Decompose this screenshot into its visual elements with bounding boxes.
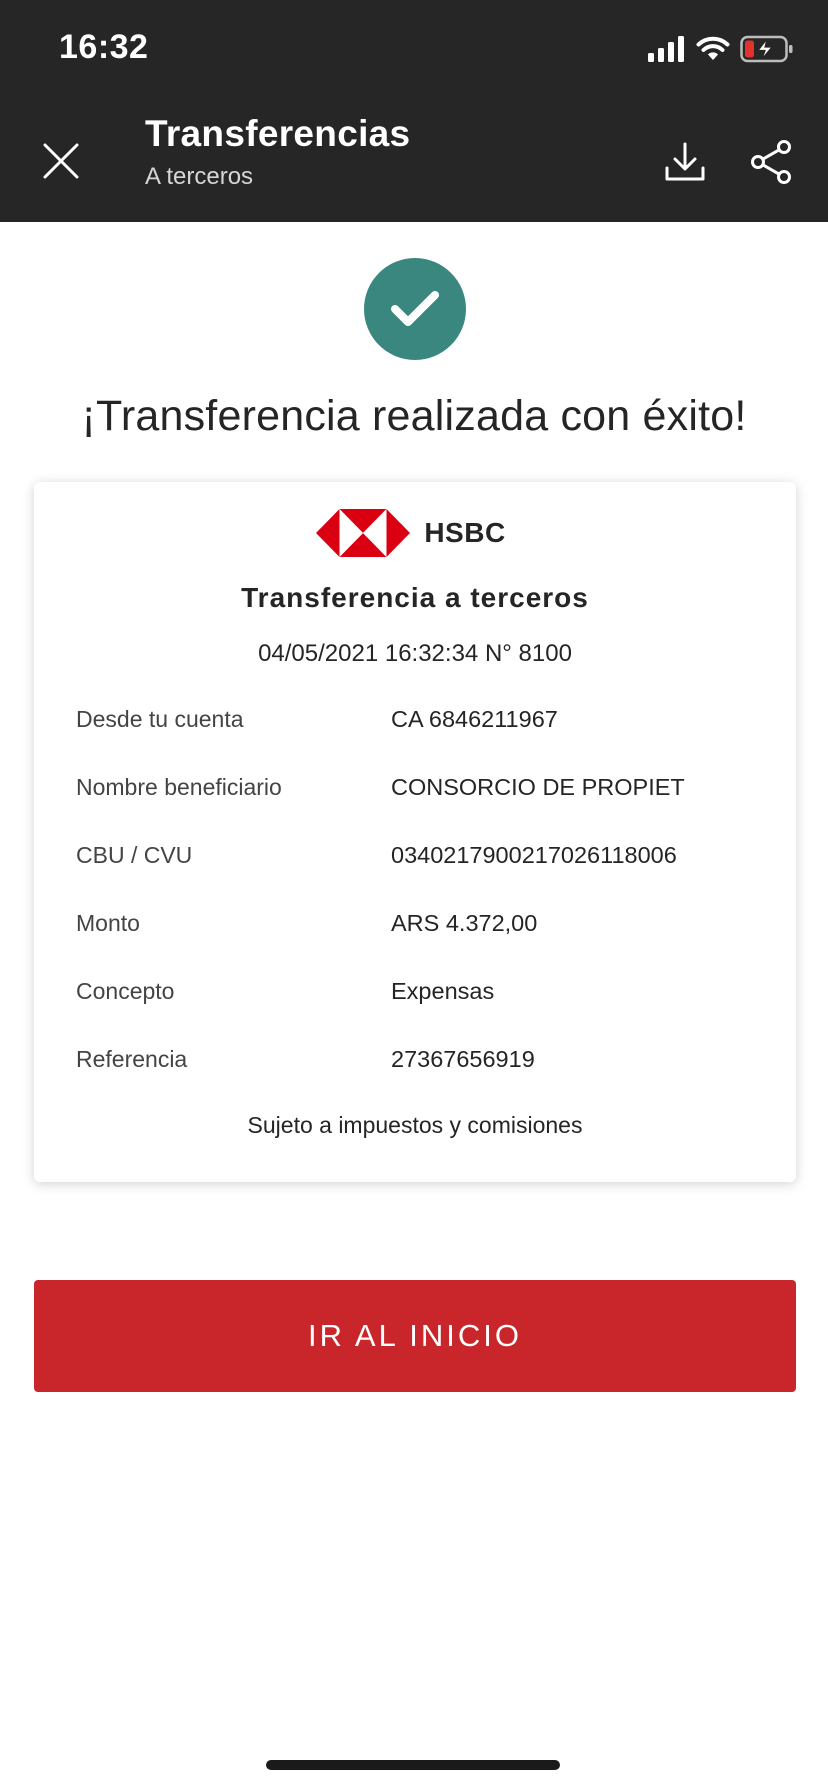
page-title: Transferencias [145,113,411,154]
hsbc-hexagon-logo [316,509,411,557]
status-icons [648,33,794,65]
bank-name: HSBC [424,517,506,548]
success-message: ¡Transferencia realizada con éxito! [81,392,747,440]
close-button[interactable] [36,136,86,186]
detail-value: Expensas [391,978,495,1004]
success-check-badge [364,258,466,360]
bank-logo: HSBC [34,508,796,558]
go-home-button[interactable]: IR AL INICIO [34,1280,796,1392]
receipt-datetime: 04/05/2021 16:32:34 N° 8100 [258,640,572,667]
detail-row-concept: Concepto Expensas [76,976,756,1044]
home-indicator[interactable] [266,1760,560,1770]
header-title-block: Transferencias A terceros [145,112,410,194]
page-subtitle: A terceros [145,163,254,190]
detail-row-beneficiary: Nombre beneficiario CONSORCIO DE PROPIET [76,772,756,840]
detail-label: CBU / CVU [76,842,193,868]
detail-row-account: Desde tu cuenta CA 6846211967 [76,704,756,772]
detail-row-amount: Monto ARS 4.372,00 [76,908,756,976]
battery-charging-icon [740,35,793,63]
app-header: 16:32 Transferencias A terceros [0,0,828,222]
checkmark-icon [391,291,439,326]
status-time: 16:32 [59,28,149,66]
detail-label: Concepto [76,978,175,1004]
detail-value: CA 6846211967 [391,706,558,732]
download-icon [665,142,705,181]
detail-label: Referencia [76,1046,188,1072]
wifi-icon [696,36,730,60]
receipt-details: Desde tu cuenta CA 6846211967 Nombre ben… [76,704,756,1112]
detail-row-cbu: CBU / CVU 0340217900217026118006 [76,840,756,908]
receipt-card: HSBC Transferencia a terceros 04/05/2021… [34,482,796,1182]
receipt-disclaimer: Sujeto a impuestos y comisiones [247,1112,583,1138]
detail-label: Nombre beneficiario [76,774,282,800]
detail-value: ARS 4.372,00 [391,910,538,936]
receipt-title: Transferencia a terceros [241,582,589,613]
detail-value: 0340217900217026118006 [391,842,677,868]
detail-value: 27367656919 [391,1046,535,1072]
share-icon [751,140,791,184]
download-button[interactable] [660,136,710,188]
detail-value: CONSORCIO DE PROPIET [391,774,685,800]
detail-label: Monto [76,910,140,936]
detail-row-reference: Referencia 27367656919 [76,1044,756,1112]
close-icon [43,143,79,179]
share-button[interactable] [746,136,796,188]
cellular-signal-icon [648,36,684,62]
detail-label: Desde tu cuenta [76,706,244,732]
